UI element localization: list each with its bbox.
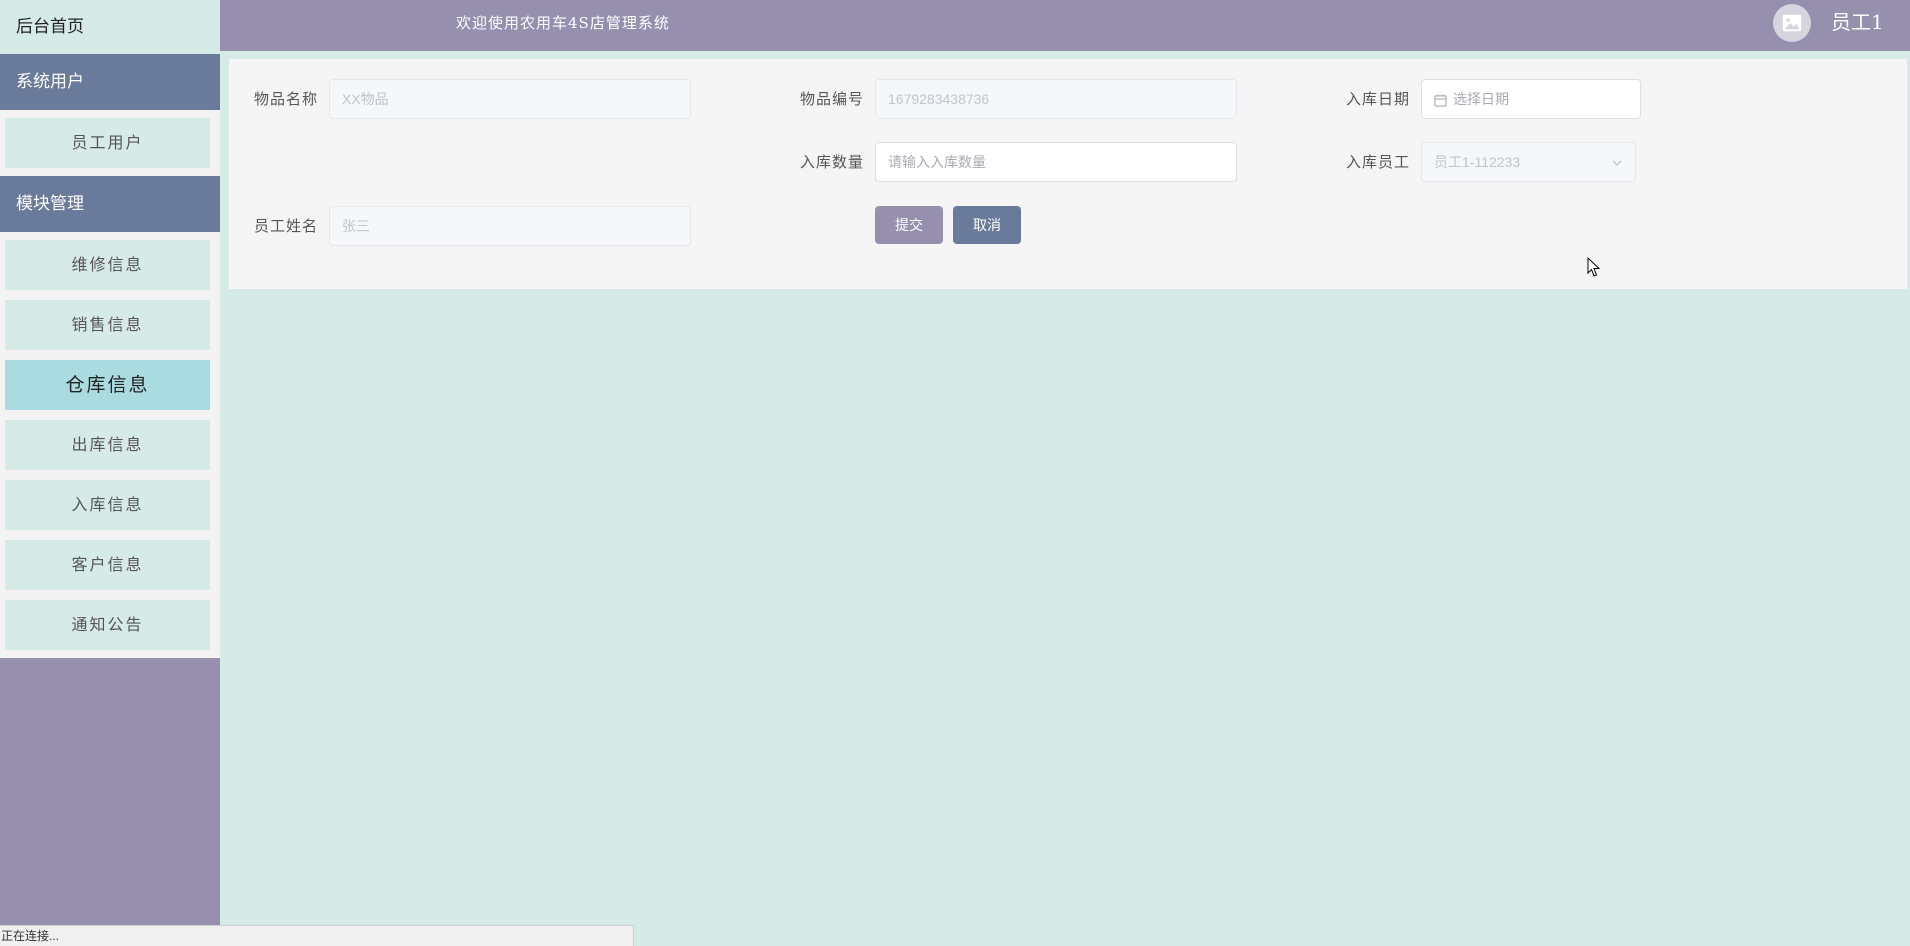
inbound-staff-value: 员工1-112233 [1434, 154, 1521, 170]
user-avatar[interactable] [1773, 4, 1811, 42]
inbound-date-picker[interactable]: 选择日期 [1421, 79, 1641, 119]
staff-name-input[interactable]: 张三 [329, 206, 691, 246]
sidebar-group-module-management-items: 维修信息 销售信息 仓库信息 出库信息 入库信息 客户信息 通知公告 [0, 232, 220, 658]
browser-status-bar: 正在连接... [0, 925, 634, 946]
sidebar-group-system-users[interactable]: 系统用户 [0, 54, 220, 110]
image-icon [1782, 14, 1802, 32]
sidebar-item-customer-info[interactable]: 客户信息 [5, 540, 210, 590]
item-name-label: 物品名称 [254, 90, 319, 108]
sidebar-item-warehouse-info[interactable]: 仓库信息 [5, 360, 210, 410]
sidebar-item-repair-info[interactable]: 维修信息 [5, 240, 210, 290]
item-name-input[interactable]: XX物品 [329, 79, 691, 119]
sidebar-item-sales-info[interactable]: 销售信息 [5, 300, 210, 350]
staff-name-label: 员工姓名 [254, 217, 319, 235]
inbound-staff-select[interactable]: 员工1-112233 [1421, 142, 1636, 182]
sidebar-item-staff-users[interactable]: 员工用户 [5, 118, 210, 168]
submit-button[interactable]: 提交 [875, 206, 943, 244]
cancel-button[interactable]: 取消 [953, 206, 1021, 244]
inbound-date-placeholder: 选择日期 [1453, 91, 1509, 107]
calendar-icon [1434, 94, 1447, 107]
inbound-date-label: 入库日期 [1346, 90, 1411, 108]
chevron-down-icon [1612, 160, 1622, 166]
sidebar-group-module-management[interactable]: 模块管理 [0, 176, 220, 232]
user-name[interactable]: 员工1 [1831, 0, 1884, 44]
inbound-qty-label: 入库数量 [800, 153, 865, 171]
sidebar-group-system-users-items: 员工用户 [0, 110, 220, 176]
inbound-form-panel: 物品名称 XX物品 物品编号 1679283438736 入库日期 选择日期 入… [229, 59, 1907, 289]
item-code-label: 物品编号 [800, 90, 865, 108]
inbound-qty-input[interactable]: 请输入入库数量 [875, 142, 1237, 182]
sidebar-item-inbound-info[interactable]: 入库信息 [5, 480, 210, 530]
top-header: 欢迎使用农用车4S店管理系统 员工1 [220, 0, 1910, 51]
sidebar-home-link[interactable]: 后台首页 [0, 0, 220, 54]
sidebar-item-outbound-info[interactable]: 出库信息 [5, 420, 210, 470]
item-code-input[interactable]: 1679283438736 [875, 79, 1237, 119]
sidebar-item-notices[interactable]: 通知公告 [5, 600, 210, 650]
sidebar: 后台首页 系统用户 员工用户 模块管理 维修信息 销售信息 仓库信息 出库信息 … [0, 0, 220, 946]
inbound-staff-label: 入库员工 [1346, 153, 1411, 171]
mouse-pointer-icon [1587, 257, 1601, 277]
header-title: 欢迎使用农用车4S店管理系统 [456, 14, 670, 32]
